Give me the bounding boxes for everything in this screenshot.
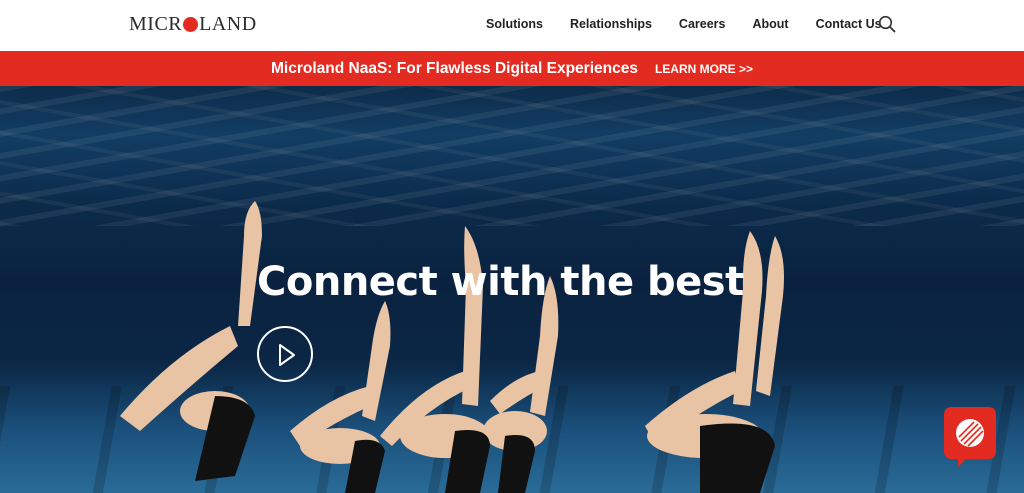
- microland-logo[interactable]: MICR LAND: [129, 12, 257, 36]
- nav-relationships[interactable]: Relationships: [570, 17, 652, 31]
- nav-contact-us[interactable]: Contact Us: [816, 17, 882, 31]
- nav-solutions[interactable]: Solutions: [486, 17, 543, 31]
- main-nav: Solutions Relationships Careers About Co…: [486, 17, 882, 31]
- logo-text-right: LAND: [199, 12, 257, 35]
- play-video-button[interactable]: [257, 326, 313, 382]
- search-icon[interactable]: [878, 15, 896, 33]
- hero-headline: Connect with the best: [257, 259, 744, 305]
- play-icon: [279, 344, 295, 366]
- learn-more-link[interactable]: LEARN MORE >>: [655, 62, 753, 76]
- chat-icon[interactable]: [944, 407, 996, 467]
- promo-banner: Microland NaaS: For Flawless Digital Exp…: [0, 51, 1024, 86]
- hero-section: Connect with the best: [0, 86, 1024, 493]
- logo-text-left: MICR: [129, 12, 183, 35]
- banner-message: Microland NaaS: For Flawless Digital Exp…: [271, 59, 638, 77]
- nav-about[interactable]: About: [753, 17, 789, 31]
- nav-careers[interactable]: Careers: [679, 17, 726, 31]
- logo-mark: [183, 16, 199, 32]
- site-header: MICR LAND Solutions Relationships Careers…: [0, 0, 1024, 51]
